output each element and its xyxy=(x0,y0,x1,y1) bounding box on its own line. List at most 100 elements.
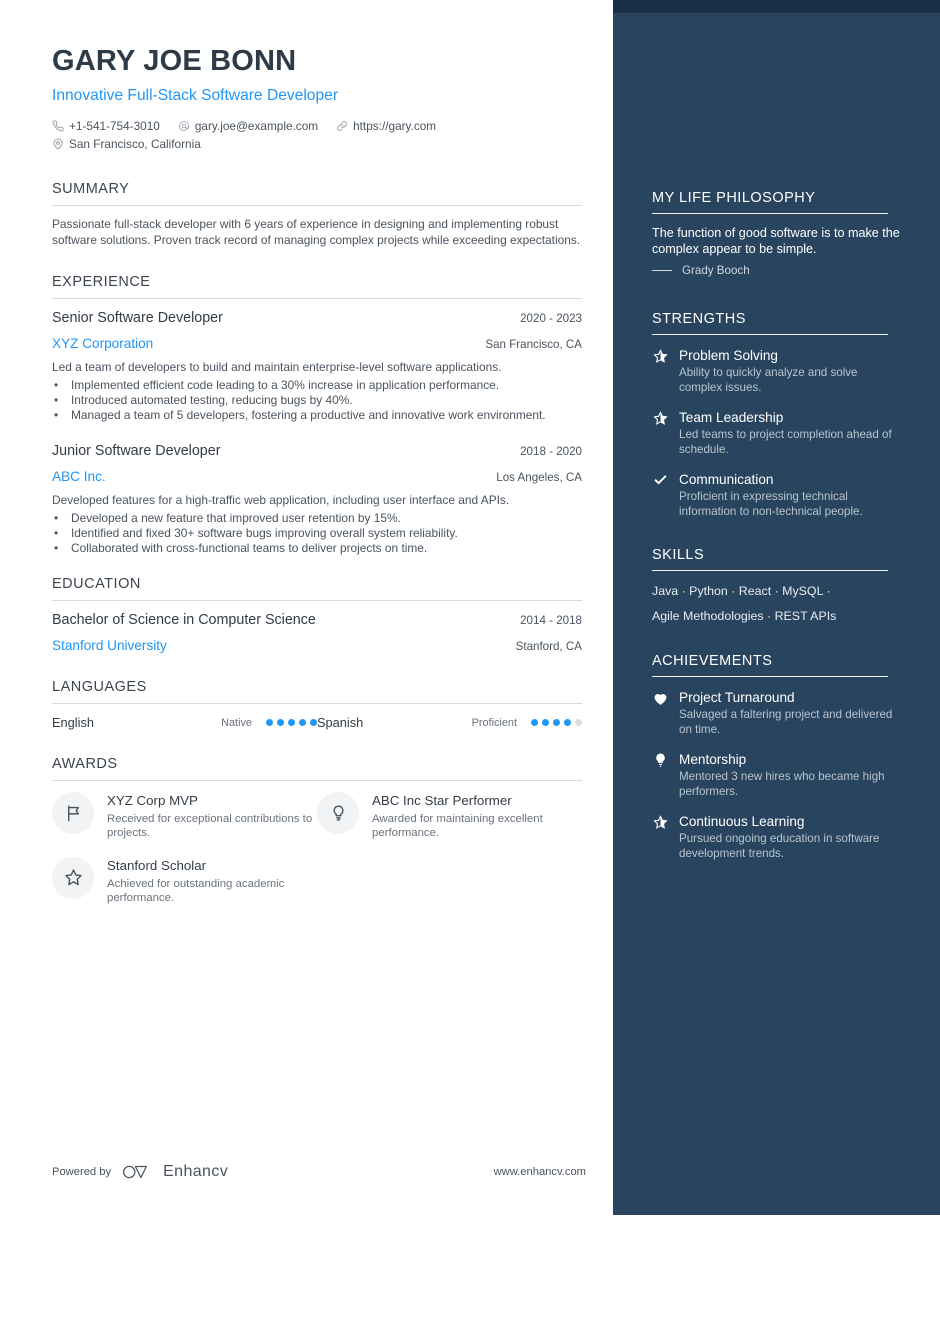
enhancv-logo-icon xyxy=(122,1163,152,1181)
experience-organization[interactable]: ABC Inc. xyxy=(52,469,106,484)
education-school-row: Stanford University Stanford, CA xyxy=(52,634,582,653)
award-item: ABC Inc Star Performer Awarded for maint… xyxy=(317,792,582,840)
experience-dates: 2018 - 2020 xyxy=(520,445,582,459)
bullet-dot-icon: • xyxy=(54,407,59,422)
achievement-title: Continuous Learning xyxy=(679,814,805,829)
award-body: ABC Inc Star Performer Awarded for maint… xyxy=(372,792,582,840)
awards-rule xyxy=(52,780,582,782)
resume-page: MY LIFE PHILOSOPHY The function of good … xyxy=(0,0,940,1330)
experience-bullet-text: Implemented efficient code leading to a … xyxy=(71,377,500,392)
strengths-heading: STRENGTHS xyxy=(652,311,746,327)
summary-heading: SUMMARY xyxy=(52,181,130,197)
contact-location: San Francisco, California xyxy=(52,137,201,151)
half-star-icon xyxy=(652,813,669,861)
bullet-dot-icon: • xyxy=(54,377,59,392)
contact-website[interactable]: https://gary.com xyxy=(336,119,436,133)
rating-dot xyxy=(553,719,560,727)
experience-bullet-text: Introduced automated testing, reducing b… xyxy=(71,392,353,407)
experience-bullet-text: Managed a team of 5 developers, fosterin… xyxy=(71,407,546,422)
achievement-title: Mentorship xyxy=(679,752,747,767)
award-desc: Awarded for maintaining excellent perfor… xyxy=(372,813,543,840)
section-strengths: STRENGTHS Problem Solving Ability to qui… xyxy=(652,311,901,519)
rating-dot xyxy=(299,719,306,727)
summary-rule xyxy=(52,205,582,206)
strength-item: Communication Proficient in expressing t… xyxy=(652,471,901,519)
strength-item: Team Leadership Led teams to project com… xyxy=(652,409,901,457)
experience-description: Led a team of developers to build and ma… xyxy=(52,360,502,374)
skills-rule xyxy=(652,570,888,571)
award-title: XYZ Corp MVP xyxy=(107,793,198,809)
philosophy-heading: MY LIFE PHILOSOPHY xyxy=(652,190,816,206)
summary-text: Passionate full-stack developer with 6 y… xyxy=(52,217,581,247)
achievement-body: Continuous Learning Pursued ongoing educ… xyxy=(679,813,901,861)
footer-url: www.enhancv.com xyxy=(493,1166,586,1178)
strength-body: Communication Proficient in expressing t… xyxy=(679,471,901,519)
languages-list: English Native Spanish Proficient xyxy=(52,715,582,730)
awards-heading: AWARDS xyxy=(52,756,118,773)
section-awards: AWARDS XYZ Corp MVP Received for excepti… xyxy=(52,756,582,921)
lightbulb-icon xyxy=(652,751,669,799)
section-experience: EXPERIENCE Senior Software Developer 202… xyxy=(52,274,582,556)
strength-body: Problem Solving Ability to quickly analy… xyxy=(679,347,901,395)
experience-bullet: • Implemented efficient code leading to a… xyxy=(52,378,582,393)
rating-dot xyxy=(564,719,571,727)
section-skills: SKILLS Java · Python · React · MySQL · A… xyxy=(652,547,901,624)
language-name: English xyxy=(52,715,94,731)
education-degree-row: Bachelor of Science in Computer Science … xyxy=(52,612,582,628)
award-body: XYZ Corp MVP Received for exceptional co… xyxy=(107,792,317,840)
experience-location: San Francisco, CA xyxy=(485,338,582,351)
achievement-desc: Mentored 3 new hires who became high per… xyxy=(679,770,885,798)
award-title: ABC Inc Star Performer xyxy=(372,793,512,809)
section-education: EDUCATION Bachelor of Science in Compute… xyxy=(52,576,582,653)
half-star-icon xyxy=(652,409,669,457)
phone-icon xyxy=(52,120,64,132)
sidebar: MY LIFE PHILOSOPHY The function of good … xyxy=(613,0,940,1215)
page-title: GARY JOE BONN xyxy=(52,45,297,77)
strength-item: Problem Solving Ability to quickly analy… xyxy=(652,347,901,395)
contact-email-text: gary.joe@example.com xyxy=(194,119,319,133)
achievement-desc: Salvaged a faltering project and deliver… xyxy=(679,708,893,736)
achievement-body: Project Turnaround Salvaged a faltering … xyxy=(679,689,901,737)
achievements-heading: ACHIEVEMENTS xyxy=(652,653,773,669)
section-achievements: ACHIEVEMENTS Project Turnaround Salvaged… xyxy=(652,653,901,861)
achievement-item: Project Turnaround Salvaged a faltering … xyxy=(652,689,901,737)
footer-branding: Powered by Enhancv xyxy=(52,1163,228,1181)
philosophy-rule xyxy=(652,213,888,214)
award-title: Stanford Scholar xyxy=(107,857,207,873)
award-desc: Achieved for outstanding academic perfor… xyxy=(107,877,285,904)
contact-phone-text: +1-541-754-3010 xyxy=(69,119,160,133)
languages-rule xyxy=(52,703,582,705)
achievement-item: Mentorship Mentored 3 new hires who beca… xyxy=(652,751,901,799)
experience-bullet: • Collaborated with cross-functional team… xyxy=(52,541,582,556)
bullet-dot-icon: • xyxy=(54,525,59,540)
philosophy-quote: The function of good software is to make… xyxy=(652,226,900,256)
education-school[interactable]: Stanford University xyxy=(52,638,167,653)
contact-email[interactable]: gary.joe@example.com xyxy=(178,119,318,133)
language-name: Spanish xyxy=(317,715,364,731)
experience-bullet: • Introduced automated testing, reducing … xyxy=(52,393,582,408)
experience-bullets: • Implemented efficient code leading to a… xyxy=(52,378,582,424)
strength-desc: Proficient in expressing technical infor… xyxy=(679,490,863,518)
section-summary: SUMMARY Passionate full-stack developer … xyxy=(52,181,582,248)
languages-heading: LANGUAGES xyxy=(52,679,147,696)
philosophy-author: Grady Booch xyxy=(682,264,750,277)
award-item: XYZ Corp MVP Received for exceptional co… xyxy=(52,792,317,840)
strength-body: Team Leadership Led teams to project com… xyxy=(679,409,901,457)
contact-phone[interactable]: +1-541-754-3010 xyxy=(52,119,160,133)
language-rating-dots xyxy=(531,719,582,727)
enhancv-wordmark: Enhancv xyxy=(163,1163,229,1180)
achievement-desc: Pursued ongoing education in software de… xyxy=(679,832,880,860)
footer: Powered by Enhancv www.enhancv.com xyxy=(52,1163,586,1181)
bullet-dot-icon: • xyxy=(54,541,59,556)
achievements-rule xyxy=(652,676,888,677)
experience-title-row: Senior Software Developer 2020 - 2023 xyxy=(52,310,582,326)
experience-title: Junior Software Developer xyxy=(52,443,221,460)
experience-organization[interactable]: XYZ Corporation xyxy=(52,336,153,351)
star-outline-icon xyxy=(52,856,94,899)
award-desc: Received for exceptional contributions t… xyxy=(107,813,313,840)
link-icon xyxy=(336,120,348,132)
experience-heading: EXPERIENCE xyxy=(52,274,151,290)
flag-icon xyxy=(52,792,94,835)
experience-bullet-text: Identified and fixed 30+ software bugs i… xyxy=(71,525,458,540)
skills-heading: SKILLS xyxy=(652,547,705,563)
